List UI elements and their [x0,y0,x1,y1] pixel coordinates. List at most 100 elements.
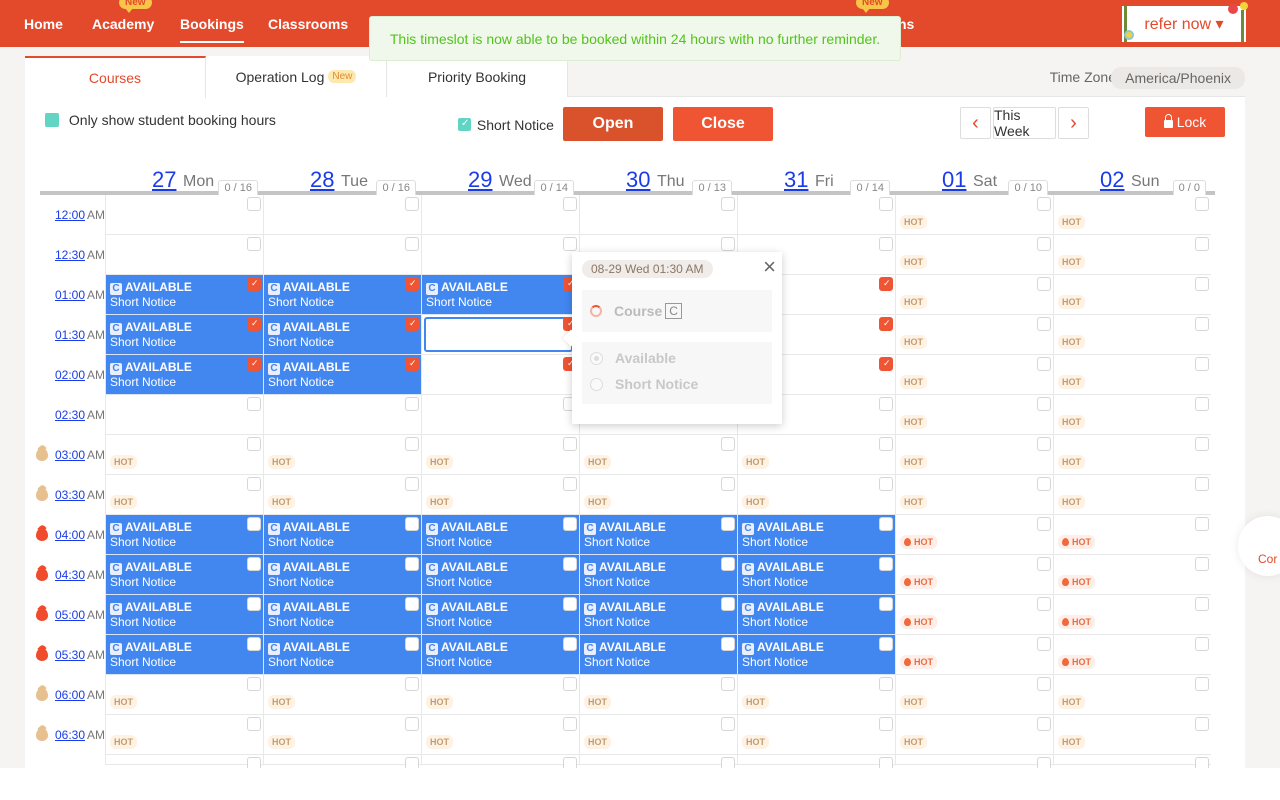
slot-checkbox[interactable] [1195,757,1209,768]
time-slot-cell[interactable] [421,395,579,435]
time-slot-cell[interactable] [105,755,263,768]
refer-now-button[interactable]: refer now ▾ [1122,2,1248,42]
time-slot-cell[interactable]: CAVAILABLEShort Notice [421,275,579,315]
nav-academy[interactable]: Academy [92,16,154,32]
slot-checkbox[interactable] [247,757,261,768]
slot-checkbox[interactable] [1195,277,1209,291]
tab-priority-booking[interactable]: Priority Booking [387,56,568,97]
slot-checkbox[interactable] [879,477,893,491]
slot-checkbox[interactable] [247,717,261,731]
time-slot-cell[interactable]: HOT [895,475,1053,515]
slot-checkbox[interactable] [721,517,735,531]
time-slot-cell[interactable]: HOT [263,675,421,715]
time-slot-cell[interactable]: HOT [1053,395,1211,435]
time-slot-cell[interactable]: CAVAILABLEShort Notice [263,315,421,355]
time-slot-cell[interactable] [421,755,579,768]
time-slot-cell[interactable]: CAVAILABLEShort Notice [737,635,895,675]
slot-checkbox[interactable] [405,437,419,451]
slot-checkbox[interactable] [1037,477,1051,491]
slot-checkbox[interactable] [405,677,419,691]
slot-checkbox[interactable] [1037,637,1051,651]
time-link[interactable]: 03:00 [55,448,85,462]
slot-checkbox[interactable] [247,637,261,651]
time-slot-cell[interactable]: HOT [895,235,1053,275]
time-slot-cell[interactable]: CAVAILABLEShort Notice [263,595,421,635]
time-slot-cell[interactable]: CAVAILABLEShort Notice [105,595,263,635]
slot-checkbox[interactable] [563,477,577,491]
time-slot-cell[interactable] [895,755,1053,768]
option-available-radio[interactable]: Available [590,350,676,366]
slot-checkbox[interactable] [721,197,735,211]
time-slot-cell[interactable]: HOT [895,675,1053,715]
slot-checkbox[interactable] [563,197,577,211]
time-slot-cell[interactable]: HOT [105,435,263,475]
slot-checkbox[interactable] [247,597,261,611]
time-slot-cell[interactable]: CAVAILABLEShort Notice [737,595,895,635]
time-slot-cell[interactable]: HOT [421,435,579,475]
day-number-link[interactable]: 02 [1100,167,1124,193]
slot-checkbox[interactable] [1195,397,1209,411]
course-option[interactable]: Course C [582,290,772,332]
time-slot-cell[interactable]: HOT [895,435,1053,475]
slot-checkbox[interactable] [1195,677,1209,691]
slot-checkbox[interactable] [721,437,735,451]
time-slot-cell[interactable]: CAVAILABLEShort Notice [579,595,737,635]
slot-checkbox[interactable] [1195,317,1209,331]
timezone-select[interactable]: America/Phoenix [1111,67,1245,89]
slot-checkbox[interactable] [879,277,893,291]
slot-checkbox[interactable] [1037,197,1051,211]
time-slot-cell[interactable] [263,755,421,768]
slot-checkbox[interactable] [405,557,419,571]
slot-checkbox[interactable] [879,557,893,571]
time-slot-cell[interactable]: HOT [105,475,263,515]
slot-checkbox[interactable] [563,677,577,691]
time-slot-cell[interactable]: HOT [895,395,1053,435]
time-slot-cell[interactable]: HOT [895,555,1053,595]
slot-checkbox[interactable] [1195,437,1209,451]
time-slot-cell[interactable]: HOT [895,595,1053,635]
slot-checkbox[interactable] [405,357,419,371]
time-slot-cell[interactable]: HOT [579,715,737,755]
nav-home[interactable]: Home [24,16,63,32]
time-slot-cell[interactable]: CAVAILABLEShort Notice [421,595,579,635]
slot-checkbox[interactable] [563,517,577,531]
slot-checkbox[interactable] [563,637,577,651]
time-slot-cell[interactable]: CAVAILABLEShort Notice [105,355,263,395]
time-slot-cell[interactable] [263,235,421,275]
slot-checkbox[interactable] [247,237,261,251]
time-slot-cell[interactable]: HOT [895,195,1053,235]
time-slot-cell[interactable]: HOT [1053,275,1211,315]
time-link[interactable]: 05:00 [55,608,85,622]
time-slot-cell[interactable] [263,395,421,435]
time-slot-cell[interactable] [105,195,263,235]
time-slot-cell[interactable]: HOT [1053,515,1211,555]
time-slot-cell[interactable] [105,395,263,435]
time-slot-cell[interactable]: HOT [1053,595,1211,635]
time-link[interactable]: 02:00 [55,368,85,382]
open-button[interactable]: Open [563,107,663,141]
time-slot-cell[interactable] [421,355,579,395]
slot-checkbox[interactable] [1037,397,1051,411]
time-slot-cell[interactable]: CAVAILABLEShort Notice [737,555,895,595]
slot-checkbox[interactable] [1037,717,1051,731]
time-link[interactable]: 01:30 [55,328,85,342]
time-slot-cell[interactable]: CAVAILABLEShort Notice [579,555,737,595]
time-slot-cell[interactable]: HOT [1053,555,1211,595]
slot-checkbox[interactable] [405,517,419,531]
slot-checkbox[interactable] [879,317,893,331]
time-slot-cell[interactable]: HOT [105,675,263,715]
slot-checkbox[interactable] [879,717,893,731]
time-slot-cell[interactable]: HOT [737,715,895,755]
slot-checkbox[interactable] [405,317,419,331]
time-slot-cell[interactable]: HOT [737,435,895,475]
time-slot-cell[interactable]: HOT [1053,435,1211,475]
slot-checkbox[interactable] [721,477,735,491]
slot-checkbox[interactable] [247,197,261,211]
time-slot-cell[interactable]: CAVAILABLEShort Notice [105,555,263,595]
time-link[interactable]: 04:00 [55,528,85,542]
slot-checkbox[interactable] [247,557,261,571]
slot-checkbox[interactable] [1037,437,1051,451]
slot-checkbox[interactable] [721,757,735,768]
time-slot-cell[interactable]: CAVAILABLEShort Notice [579,635,737,675]
slot-checkbox[interactable] [247,477,261,491]
